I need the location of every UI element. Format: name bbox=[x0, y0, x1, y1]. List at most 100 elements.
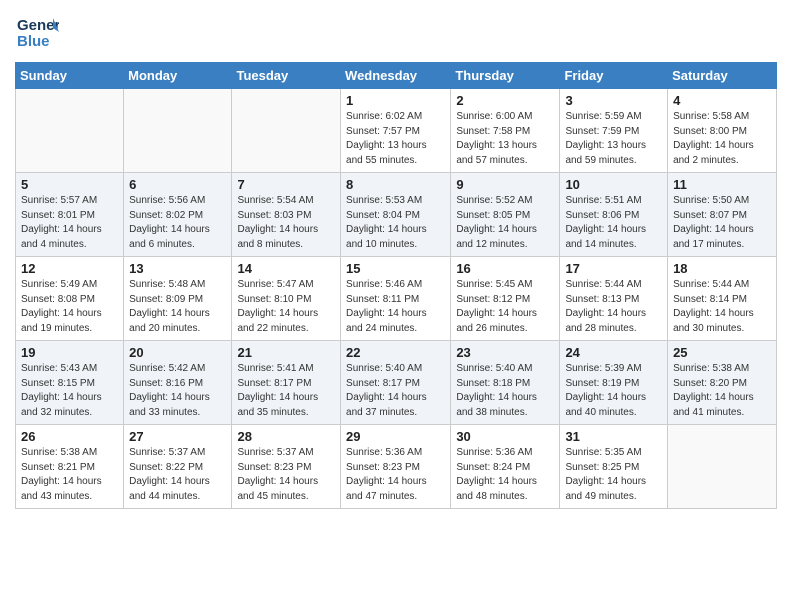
calendar-cell bbox=[124, 89, 232, 173]
day-number: 23 bbox=[456, 345, 554, 360]
calendar-cell: 17Sunrise: 5:44 AM Sunset: 8:13 PM Dayli… bbox=[560, 257, 668, 341]
day-number: 22 bbox=[346, 345, 445, 360]
day-number: 31 bbox=[565, 429, 662, 444]
day-info: Sunrise: 5:43 AM Sunset: 8:15 PM Dayligh… bbox=[21, 362, 118, 420]
calendar-week-1: 1 Sunrise: 6:02 AM Sunset: 7:57 PM Daylig… bbox=[16, 89, 777, 173]
calendar-cell bbox=[232, 89, 341, 173]
weekday-sunday: Sunday bbox=[16, 63, 124, 89]
day-number: 20 bbox=[129, 345, 226, 360]
day-info: Sunrise: 5:37 AM Sunset: 8:22 PM Dayligh… bbox=[129, 446, 226, 504]
weekday-tuesday: Tuesday bbox=[232, 63, 341, 89]
day-number: 1 bbox=[346, 93, 445, 108]
calendar-cell: 7Sunrise: 5:54 AM Sunset: 8:03 PM Daylig… bbox=[232, 173, 341, 257]
calendar-cell: 30Sunrise: 5:36 AM Sunset: 8:24 PM Dayli… bbox=[451, 425, 560, 509]
calendar-cell bbox=[668, 425, 777, 509]
calendar-table: SundayMondayTuesdayWednesdayThursdayFrid… bbox=[15, 62, 777, 509]
svg-text:Blue: Blue bbox=[17, 33, 50, 50]
day-info: Sunrise: 5:44 AM Sunset: 8:14 PM Dayligh… bbox=[673, 278, 771, 336]
day-number: 16 bbox=[456, 261, 554, 276]
logo-icon: General Blue bbox=[15, 10, 59, 54]
calendar-cell: 1 Sunrise: 6:02 AM Sunset: 7:57 PM Daylig… bbox=[341, 89, 451, 173]
day-info: Sunrise: 5:36 AM Sunset: 8:24 PM Dayligh… bbox=[456, 446, 554, 504]
calendar-cell: 16 Sunrise: 5:45 AM Sunset: 8:12 PM Dayli… bbox=[451, 257, 560, 341]
day-number: 19 bbox=[21, 345, 118, 360]
day-info: Sunrise: 5:37 AM Sunset: 8:23 PM Dayligh… bbox=[237, 446, 335, 504]
day-info: Sunrise: 5:36 AM Sunset: 8:23 PM Dayligh… bbox=[346, 446, 445, 504]
calendar-cell: 20Sunrise: 5:42 AM Sunset: 8:16 PM Dayli… bbox=[124, 341, 232, 425]
day-info: Sunrise: 6:00 AM Sunset: 7:58 PM Dayligh… bbox=[456, 110, 554, 168]
day-info: Sunrise: 5:40 AM Sunset: 8:17 PM Dayligh… bbox=[346, 362, 445, 420]
day-number: 4 bbox=[673, 93, 771, 108]
calendar-cell: 14 Sunrise: 5:47 AM Sunset: 8:10 PM Dayli… bbox=[232, 257, 341, 341]
calendar-body: 1 Sunrise: 6:02 AM Sunset: 7:57 PM Daylig… bbox=[16, 89, 777, 509]
calendar-cell: 24 Sunrise: 5:39 AM Sunset: 8:19 PM Dayli… bbox=[560, 341, 668, 425]
day-number: 8 bbox=[346, 177, 445, 192]
calendar-cell: 27 Sunrise: 5:37 AM Sunset: 8:22 PM Dayli… bbox=[124, 425, 232, 509]
day-number: 9 bbox=[456, 177, 554, 192]
day-info: Sunrise: 5:41 AM Sunset: 8:17 PM Dayligh… bbox=[237, 362, 335, 420]
day-number: 27 bbox=[129, 429, 226, 444]
calendar-cell: 18 Sunrise: 5:44 AM Sunset: 8:14 PM Dayli… bbox=[668, 257, 777, 341]
calendar-cell: 28 Sunrise: 5:37 AM Sunset: 8:23 PM Dayli… bbox=[232, 425, 341, 509]
day-info: Sunrise: 5:38 AM Sunset: 8:20 PM Dayligh… bbox=[673, 362, 771, 420]
day-info: Sunrise: 6:02 AM Sunset: 7:57 PM Dayligh… bbox=[346, 110, 445, 168]
day-info: Sunrise: 5:48 AM Sunset: 8:09 PM Dayligh… bbox=[129, 278, 226, 336]
calendar-week-4: 19 Sunrise: 5:43 AM Sunset: 8:15 PM Dayli… bbox=[16, 341, 777, 425]
calendar-cell: 19 Sunrise: 5:43 AM Sunset: 8:15 PM Dayli… bbox=[16, 341, 124, 425]
day-info: Sunrise: 5:58 AM Sunset: 8:00 PM Dayligh… bbox=[673, 110, 771, 168]
calendar-cell: 11 Sunrise: 5:50 AM Sunset: 8:07 PM Dayli… bbox=[668, 173, 777, 257]
calendar-cell bbox=[16, 89, 124, 173]
day-info: Sunrise: 5:49 AM Sunset: 8:08 PM Dayligh… bbox=[21, 278, 118, 336]
svg-text:General: General bbox=[17, 17, 59, 34]
day-info: Sunrise: 5:40 AM Sunset: 8:18 PM Dayligh… bbox=[456, 362, 554, 420]
day-number: 18 bbox=[673, 261, 771, 276]
day-info: Sunrise: 5:35 AM Sunset: 8:25 PM Dayligh… bbox=[565, 446, 662, 504]
day-number: 24 bbox=[565, 345, 662, 360]
day-info: Sunrise: 5:50 AM Sunset: 8:07 PM Dayligh… bbox=[673, 194, 771, 252]
day-info: Sunrise: 5:52 AM Sunset: 8:05 PM Dayligh… bbox=[456, 194, 554, 252]
weekday-monday: Monday bbox=[124, 63, 232, 89]
weekday-friday: Friday bbox=[560, 63, 668, 89]
calendar-week-5: 26Sunrise: 5:38 AM Sunset: 8:21 PM Dayli… bbox=[16, 425, 777, 509]
calendar-cell: 26Sunrise: 5:38 AM Sunset: 8:21 PM Dayli… bbox=[16, 425, 124, 509]
calendar-cell: 29Sunrise: 5:36 AM Sunset: 8:23 PM Dayli… bbox=[341, 425, 451, 509]
day-number: 17 bbox=[565, 261, 662, 276]
day-number: 28 bbox=[237, 429, 335, 444]
weekday-header-row: SundayMondayTuesdayWednesdayThursdayFrid… bbox=[16, 63, 777, 89]
day-number: 3 bbox=[565, 93, 662, 108]
weekday-wednesday: Wednesday bbox=[341, 63, 451, 89]
calendar-cell: 5 Sunrise: 5:57 AM Sunset: 8:01 PM Daylig… bbox=[16, 173, 124, 257]
day-number: 21 bbox=[237, 345, 335, 360]
calendar-cell: 21 Sunrise: 5:41 AM Sunset: 8:17 PM Dayli… bbox=[232, 341, 341, 425]
day-info: Sunrise: 5:45 AM Sunset: 8:12 PM Dayligh… bbox=[456, 278, 554, 336]
calendar-cell: 25 Sunrise: 5:38 AM Sunset: 8:20 PM Dayli… bbox=[668, 341, 777, 425]
calendar-cell: 31 Sunrise: 5:35 AM Sunset: 8:25 PM Dayli… bbox=[560, 425, 668, 509]
logo: General Blue bbox=[15, 10, 59, 54]
calendar-cell: 6 Sunrise: 5:56 AM Sunset: 8:02 PM Daylig… bbox=[124, 173, 232, 257]
calendar-cell: 12Sunrise: 5:49 AM Sunset: 8:08 PM Dayli… bbox=[16, 257, 124, 341]
day-info: Sunrise: 5:54 AM Sunset: 8:03 PM Dayligh… bbox=[237, 194, 335, 252]
day-number: 15 bbox=[346, 261, 445, 276]
day-info: Sunrise: 5:39 AM Sunset: 8:19 PM Dayligh… bbox=[565, 362, 662, 420]
day-number: 11 bbox=[673, 177, 771, 192]
page-header: General Blue bbox=[15, 10, 777, 54]
day-number: 14 bbox=[237, 261, 335, 276]
day-info: Sunrise: 5:47 AM Sunset: 8:10 PM Dayligh… bbox=[237, 278, 335, 336]
calendar-cell: 22 Sunrise: 5:40 AM Sunset: 8:17 PM Dayli… bbox=[341, 341, 451, 425]
day-info: Sunrise: 5:46 AM Sunset: 8:11 PM Dayligh… bbox=[346, 278, 445, 336]
calendar-cell: 2Sunrise: 6:00 AM Sunset: 7:58 PM Daylig… bbox=[451, 89, 560, 173]
weekday-saturday: Saturday bbox=[668, 63, 777, 89]
day-info: Sunrise: 5:57 AM Sunset: 8:01 PM Dayligh… bbox=[21, 194, 118, 252]
calendar-cell: 8 Sunrise: 5:53 AM Sunset: 8:04 PM Daylig… bbox=[341, 173, 451, 257]
day-info: Sunrise: 5:53 AM Sunset: 8:04 PM Dayligh… bbox=[346, 194, 445, 252]
day-number: 6 bbox=[129, 177, 226, 192]
calendar-cell: 23 Sunrise: 5:40 AM Sunset: 8:18 PM Dayli… bbox=[451, 341, 560, 425]
day-number: 25 bbox=[673, 345, 771, 360]
calendar-week-2: 5 Sunrise: 5:57 AM Sunset: 8:01 PM Daylig… bbox=[16, 173, 777, 257]
weekday-thursday: Thursday bbox=[451, 63, 560, 89]
day-number: 10 bbox=[565, 177, 662, 192]
day-number: 5 bbox=[21, 177, 118, 192]
calendar-cell: 3Sunrise: 5:59 AM Sunset: 7:59 PM Daylig… bbox=[560, 89, 668, 173]
calendar-cell: 4 Sunrise: 5:58 AM Sunset: 8:00 PM Daylig… bbox=[668, 89, 777, 173]
day-info: Sunrise: 5:56 AM Sunset: 8:02 PM Dayligh… bbox=[129, 194, 226, 252]
